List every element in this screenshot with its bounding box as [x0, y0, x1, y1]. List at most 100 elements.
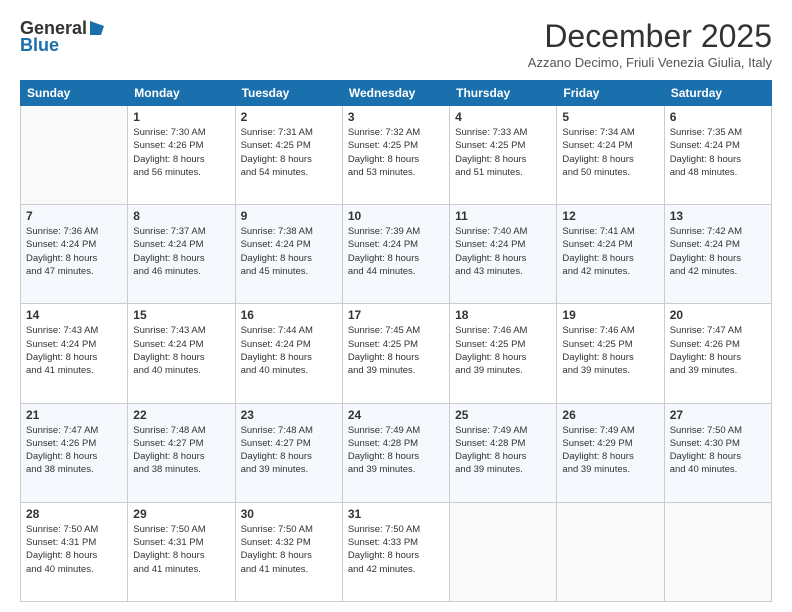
- day-info: Sunrise: 7:42 AMSunset: 4:24 PMDaylight:…: [670, 225, 766, 278]
- day-number: 16: [241, 308, 337, 322]
- day-info: Sunrise: 7:37 AMSunset: 4:24 PMDaylight:…: [133, 225, 229, 278]
- calendar-cell: 21 Sunrise: 7:47 AMSunset: 4:26 PMDayligh…: [21, 403, 128, 502]
- calendar-week-row: 7 Sunrise: 7:36 AMSunset: 4:24 PMDaylight…: [21, 205, 772, 304]
- calendar-cell: 7 Sunrise: 7:36 AMSunset: 4:24 PMDaylight…: [21, 205, 128, 304]
- calendar-cell: 19 Sunrise: 7:46 AMSunset: 4:25 PMDayligh…: [557, 304, 664, 403]
- calendar-cell: 28Sunrise: 7:50 AMSunset: 4:31 PMDayligh…: [21, 502, 128, 601]
- page: General Blue December 2025 Azzano Decimo…: [0, 0, 792, 612]
- logo: General Blue: [20, 18, 106, 56]
- day-number: 17: [348, 308, 444, 322]
- calendar-cell: [450, 502, 557, 601]
- day-info: Sunrise: 7:47 AMSunset: 4:26 PMDaylight:…: [670, 324, 766, 377]
- day-info: Sunrise: 7:46 AMSunset: 4:25 PMDaylight:…: [562, 324, 658, 377]
- day-info: Sunrise: 7:38 AMSunset: 4:24 PMDaylight:…: [241, 225, 337, 278]
- day-number: 15: [133, 308, 229, 322]
- day-info: Sunrise: 7:49 AMSunset: 4:28 PMDaylight:…: [348, 424, 444, 477]
- day-info: Sunrise: 7:43 AMSunset: 4:24 PMDaylight:…: [26, 324, 122, 377]
- calendar-cell: [557, 502, 664, 601]
- day-info: Sunrise: 7:48 AMSunset: 4:27 PMDaylight:…: [133, 424, 229, 477]
- calendar-cell: 4 Sunrise: 7:33 AMSunset: 4:25 PMDaylight…: [450, 106, 557, 205]
- day-number: 1: [133, 110, 229, 124]
- weekday-header: Saturday: [664, 81, 771, 106]
- day-info: Sunrise: 7:34 AMSunset: 4:24 PMDaylight:…: [562, 126, 658, 179]
- day-info: Sunrise: 7:41 AMSunset: 4:24 PMDaylight:…: [562, 225, 658, 278]
- day-info: Sunrise: 7:32 AMSunset: 4:25 PMDaylight:…: [348, 126, 444, 179]
- day-info: Sunrise: 7:33 AMSunset: 4:25 PMDaylight:…: [455, 126, 551, 179]
- month-title: December 2025: [528, 18, 772, 55]
- day-number: 23: [241, 408, 337, 422]
- day-number: 24: [348, 408, 444, 422]
- day-info: Sunrise: 7:45 AMSunset: 4:25 PMDaylight:…: [348, 324, 444, 377]
- calendar-cell: 5 Sunrise: 7:34 AMSunset: 4:24 PMDaylight…: [557, 106, 664, 205]
- day-number: 6: [670, 110, 766, 124]
- weekday-header: Sunday: [21, 81, 128, 106]
- day-number: 14: [26, 308, 122, 322]
- day-info: Sunrise: 7:50 AMSunset: 4:33 PMDaylight:…: [348, 523, 444, 576]
- day-info: Sunrise: 7:35 AMSunset: 4:24 PMDaylight:…: [670, 126, 766, 179]
- title-block: December 2025 Azzano Decimo, Friuli Vene…: [528, 18, 772, 70]
- day-number: 31: [348, 507, 444, 521]
- day-info: Sunrise: 7:50 AMSunset: 4:32 PMDaylight:…: [241, 523, 337, 576]
- day-number: 22: [133, 408, 229, 422]
- calendar-cell: 25 Sunrise: 7:49 AMSunset: 4:28 PMDayligh…: [450, 403, 557, 502]
- calendar-cell: 6 Sunrise: 7:35 AMSunset: 4:24 PMDaylight…: [664, 106, 771, 205]
- weekday-header: Friday: [557, 81, 664, 106]
- day-number: 4: [455, 110, 551, 124]
- calendar-cell: 24 Sunrise: 7:49 AMSunset: 4:28 PMDayligh…: [342, 403, 449, 502]
- day-number: 25: [455, 408, 551, 422]
- day-info: Sunrise: 7:30 AMSunset: 4:26 PMDaylight:…: [133, 126, 229, 179]
- day-number: 5: [562, 110, 658, 124]
- calendar-cell: 29Sunrise: 7:50 AMSunset: 4:31 PMDayligh…: [128, 502, 235, 601]
- calendar-cell: 14 Sunrise: 7:43 AMSunset: 4:24 PMDayligh…: [21, 304, 128, 403]
- calendar-header-row: SundayMondayTuesdayWednesdayThursdayFrid…: [21, 81, 772, 106]
- weekday-header: Monday: [128, 81, 235, 106]
- day-info: Sunrise: 7:49 AMSunset: 4:29 PMDaylight:…: [562, 424, 658, 477]
- calendar-cell: 26Sunrise: 7:49 AMSunset: 4:29 PMDayligh…: [557, 403, 664, 502]
- day-info: Sunrise: 7:40 AMSunset: 4:24 PMDaylight:…: [455, 225, 551, 278]
- day-info: Sunrise: 7:50 AMSunset: 4:31 PMDaylight:…: [26, 523, 122, 576]
- calendar-cell: 15Sunrise: 7:43 AMSunset: 4:24 PMDayligh…: [128, 304, 235, 403]
- calendar-cell: [664, 502, 771, 601]
- day-number: 20: [670, 308, 766, 322]
- day-number: 9: [241, 209, 337, 223]
- day-info: Sunrise: 7:48 AMSunset: 4:27 PMDaylight:…: [241, 424, 337, 477]
- day-number: 18: [455, 308, 551, 322]
- day-number: 30: [241, 507, 337, 521]
- calendar-cell: 13 Sunrise: 7:42 AMSunset: 4:24 PMDayligh…: [664, 205, 771, 304]
- calendar-cell: 16 Sunrise: 7:44 AMSunset: 4:24 PMDayligh…: [235, 304, 342, 403]
- calendar-cell: 20 Sunrise: 7:47 AMSunset: 4:26 PMDayligh…: [664, 304, 771, 403]
- calendar-cell: 17 Sunrise: 7:45 AMSunset: 4:25 PMDayligh…: [342, 304, 449, 403]
- day-number: 3: [348, 110, 444, 124]
- calendar-cell: 10Sunrise: 7:39 AMSunset: 4:24 PMDayligh…: [342, 205, 449, 304]
- day-number: 19: [562, 308, 658, 322]
- calendar-cell: 22 Sunrise: 7:48 AMSunset: 4:27 PMDayligh…: [128, 403, 235, 502]
- day-info: Sunrise: 7:47 AMSunset: 4:26 PMDaylight:…: [26, 424, 122, 477]
- day-info: Sunrise: 7:50 AMSunset: 4:30 PMDaylight:…: [670, 424, 766, 477]
- day-number: 7: [26, 209, 122, 223]
- day-number: 10: [348, 209, 444, 223]
- day-info: Sunrise: 7:36 AMSunset: 4:24 PMDaylight:…: [26, 225, 122, 278]
- calendar-cell: 1 Sunrise: 7:30 AMSunset: 4:26 PMDaylight…: [128, 106, 235, 205]
- day-number: 29: [133, 507, 229, 521]
- calendar-cell: 9 Sunrise: 7:38 AMSunset: 4:24 PMDaylight…: [235, 205, 342, 304]
- day-number: 11: [455, 209, 551, 223]
- calendar-cell: 2 Sunrise: 7:31 AMSunset: 4:25 PMDaylight…: [235, 106, 342, 205]
- day-info: Sunrise: 7:46 AMSunset: 4:25 PMDaylight:…: [455, 324, 551, 377]
- day-number: 12: [562, 209, 658, 223]
- day-number: 21: [26, 408, 122, 422]
- day-number: 2: [241, 110, 337, 124]
- calendar-cell: [21, 106, 128, 205]
- day-number: 13: [670, 209, 766, 223]
- day-info: Sunrise: 7:31 AMSunset: 4:25 PMDaylight:…: [241, 126, 337, 179]
- calendar-cell: 8Sunrise: 7:37 AMSunset: 4:24 PMDaylight…: [128, 205, 235, 304]
- day-info: Sunrise: 7:44 AMSunset: 4:24 PMDaylight:…: [241, 324, 337, 377]
- logo-icon: [88, 19, 106, 37]
- subtitle: Azzano Decimo, Friuli Venezia Giulia, It…: [528, 55, 772, 70]
- calendar-cell: 30 Sunrise: 7:50 AMSunset: 4:32 PMDayligh…: [235, 502, 342, 601]
- day-info: Sunrise: 7:49 AMSunset: 4:28 PMDaylight:…: [455, 424, 551, 477]
- header: General Blue December 2025 Azzano Decimo…: [20, 18, 772, 70]
- calendar-cell: 11 Sunrise: 7:40 AMSunset: 4:24 PMDayligh…: [450, 205, 557, 304]
- weekday-header: Tuesday: [235, 81, 342, 106]
- calendar-cell: 27Sunrise: 7:50 AMSunset: 4:30 PMDayligh…: [664, 403, 771, 502]
- calendar-cell: 18 Sunrise: 7:46 AMSunset: 4:25 PMDayligh…: [450, 304, 557, 403]
